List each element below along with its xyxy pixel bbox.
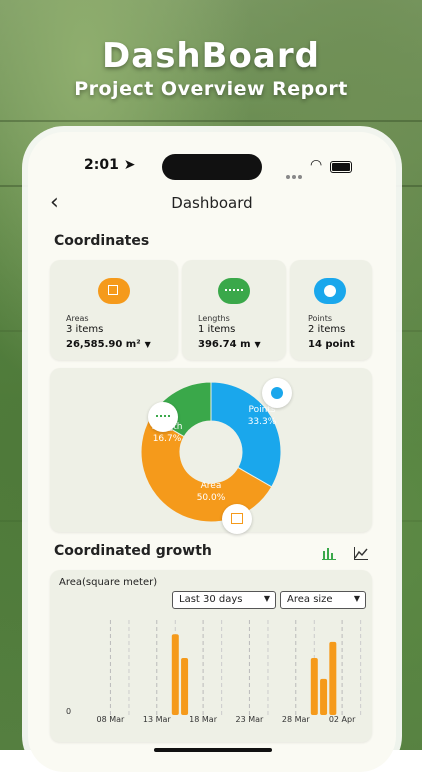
x-tick-label: 23 Mar	[235, 715, 264, 724]
hero-subtitle: Project Overview Report	[74, 78, 348, 100]
square-icon	[98, 278, 130, 304]
chevron-down-icon: ▼	[144, 340, 151, 349]
donut-label-points: Points 33.3%	[247, 405, 277, 427]
areas-label: Areas	[66, 314, 89, 323]
point-badge-icon	[262, 378, 292, 408]
points-count: 2 items	[308, 324, 346, 335]
growth-chart-card: Area(square meter) Last 30 days ▼ Area si…	[50, 570, 372, 742]
areas-total: 26,585.90 m² ▼	[66, 339, 151, 350]
wifi-icon: ◠	[310, 157, 323, 173]
page-title: Dashboard	[171, 194, 253, 212]
bar-04-apr[interactable]	[329, 641, 337, 715]
donut-label-area: Area 50.0%	[196, 481, 226, 503]
bar-03-apr[interactable]	[320, 678, 328, 715]
chevron-down-icon: ▼	[254, 340, 261, 349]
areas-card[interactable]: Areas 3 items 26,585.90 m² ▼	[50, 260, 178, 360]
lengths-card[interactable]: Lengths 1 items 396.74 m ▼	[182, 260, 286, 360]
hero-title: DashBoard	[102, 36, 320, 76]
bar-18-mar[interactable]	[171, 634, 179, 715]
points-card[interactable]: Points 2 items 14 point	[290, 260, 372, 360]
lengths-total: 396.74 m ▼	[198, 339, 261, 350]
x-tick-label: 28 Mar	[281, 715, 310, 724]
points-total: 14 point	[308, 339, 355, 350]
bar-19-mar[interactable]	[181, 658, 189, 715]
coordinates-title: Coordinates	[54, 233, 150, 249]
x-tick-label: 02 Apr	[328, 715, 356, 724]
lengths-label: Lengths	[198, 314, 230, 323]
x-tick-label: 18 Mar	[189, 715, 218, 724]
line-chart-icon[interactable]	[354, 545, 370, 560]
bar-chart-icon[interactable]	[322, 545, 338, 560]
dynamic-island	[162, 154, 262, 180]
bar-02-apr[interactable]	[310, 658, 318, 715]
status-bar: 2:01 ➤ ◠	[28, 154, 396, 180]
area-badge-icon	[222, 504, 252, 534]
donut-card: Points33.3% Area50.0% Length16.7%	[50, 368, 372, 534]
growth-title: Coordinated growth	[54, 543, 212, 559]
home-indicator	[154, 748, 272, 752]
battery-icon	[330, 161, 352, 173]
x-tick-label: 13 Mar	[142, 715, 171, 724]
donut-chart	[140, 381, 282, 523]
areas-count: 3 items	[66, 324, 104, 335]
signal-icon	[286, 164, 306, 179]
nav-bar: ‹ Dashboard	[28, 190, 396, 218]
point-icon	[314, 278, 346, 304]
status-time: 2:01 ➤	[84, 157, 136, 173]
length-badge-icon	[148, 402, 178, 432]
x-tick-label: 08 Mar	[96, 715, 125, 724]
phone-screen: 2:01 ➤ ◠ ‹ Dashboard Coordinates Areas 3…	[28, 132, 396, 772]
lengths-count: 1 items	[198, 324, 236, 335]
status-icons: ◠	[286, 157, 356, 179]
points-label: Points	[308, 314, 333, 323]
line-dots-icon	[218, 278, 250, 304]
